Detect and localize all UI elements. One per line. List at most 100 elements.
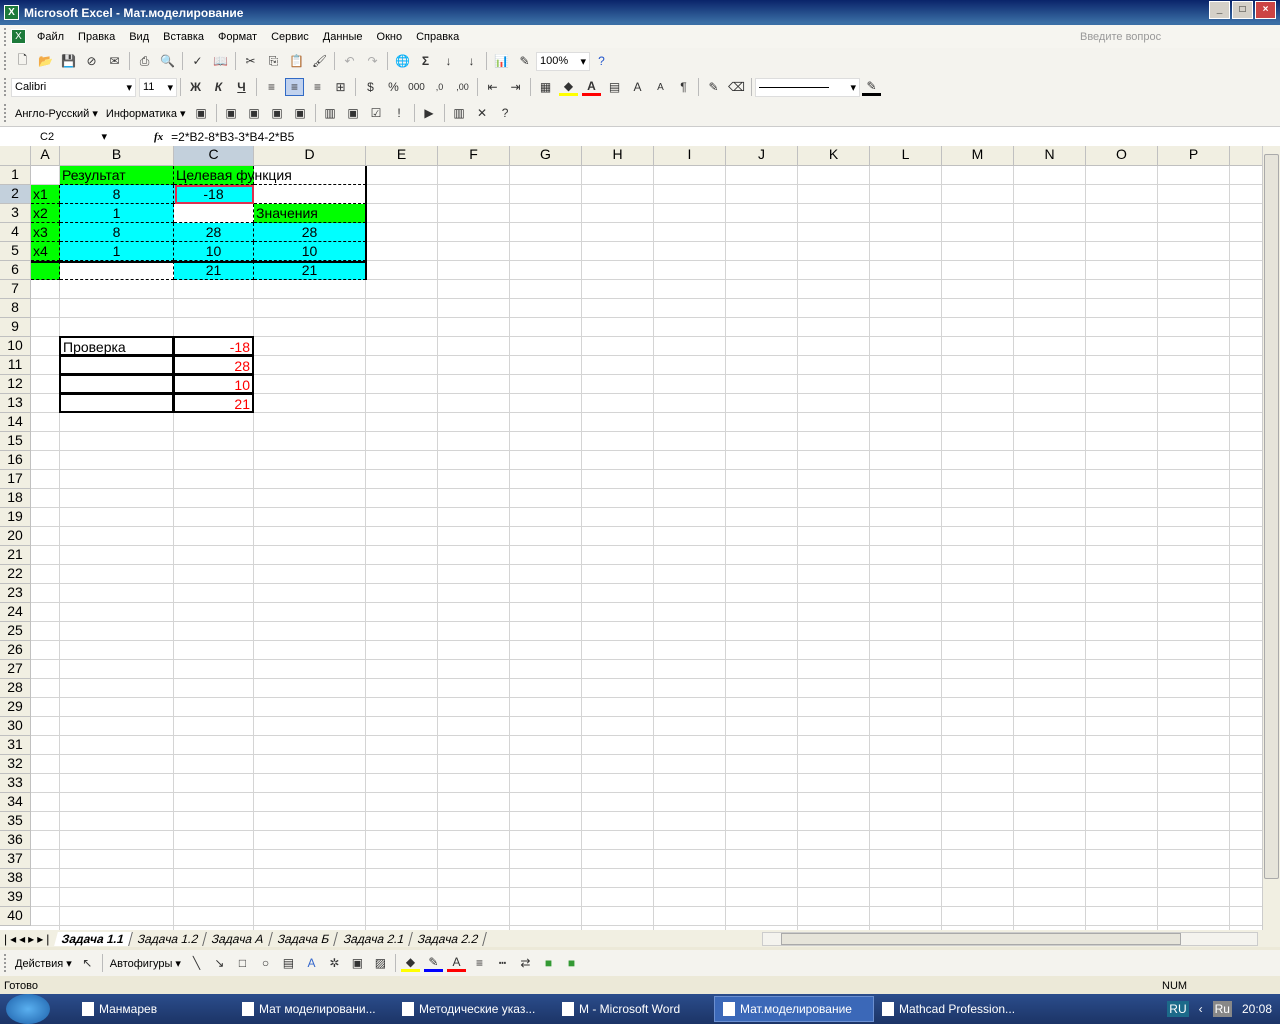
increase-indent-icon[interactable]: ⇥ (506, 78, 525, 96)
open-icon[interactable]: 📂 (36, 52, 55, 70)
scroll-thumb[interactable] (781, 933, 1181, 945)
cell-B10[interactable]: Проверка (59, 336, 174, 356)
informatics-menu[interactable]: Информатика ▾ (102, 107, 190, 120)
spreadsheet-grid[interactable]: A B C D E F G H I J K L M N O P 1 2 3 4 5 6 7 8 9 10 11 12 13 14 15 16 1… (0, 146, 1262, 930)
paste-icon[interactable]: 📋 (287, 52, 306, 70)
oval-icon[interactable]: ○ (256, 954, 275, 972)
macro-icon[interactable]: ▣ (222, 104, 241, 122)
eraser-icon[interactable]: ⌫ (727, 78, 746, 96)
row-header-40[interactable]: 40 (0, 907, 31, 926)
align-right-icon[interactable]: ≡ (308, 78, 327, 96)
align-center-icon[interactable]: ≡ (285, 78, 304, 96)
font-color-icon[interactable]: A (582, 78, 601, 96)
row-header-4[interactable]: 4 (0, 223, 31, 242)
cell-B4[interactable]: 8 (60, 223, 174, 242)
cell-C10[interactable]: -18 (173, 336, 254, 356)
line-style-select[interactable]: ▾ (755, 77, 860, 97)
column-header-P[interactable]: P (1158, 146, 1230, 166)
cell-C3[interactable] (174, 204, 254, 223)
cell-B13[interactable] (59, 393, 174, 413)
cell-C4[interactable]: 28 (174, 223, 254, 242)
row-header-36[interactable]: 36 (0, 831, 31, 850)
picture-icon[interactable]: ▨ (371, 954, 390, 972)
row-header-25[interactable]: 25 (0, 622, 31, 641)
column-header-L[interactable]: L (870, 146, 942, 166)
edit-icon[interactable]: ✎ (704, 78, 723, 96)
column-header-A[interactable]: A (31, 146, 60, 166)
row-header-27[interactable]: 27 (0, 660, 31, 679)
email-icon[interactable]: ✉ (105, 52, 124, 70)
textbox-icon[interactable]: ▤ (279, 954, 298, 972)
row-header-10[interactable]: 10 (0, 337, 31, 356)
column-header-H[interactable]: H (582, 146, 654, 166)
horizontal-scrollbar[interactable] (762, 932, 1258, 946)
menu-3[interactable]: Вставка (156, 31, 211, 43)
row-header-13[interactable]: 13 (0, 394, 31, 413)
sort-ascending-icon[interactable]: ↓ (439, 52, 458, 70)
autosum-icon[interactable]: Σ (416, 52, 435, 70)
merge-center-icon[interactable]: ⊞ (331, 78, 350, 96)
print-preview-icon[interactable]: 🔍 (158, 52, 177, 70)
cell-D6[interactable]: 21 (254, 261, 366, 280)
chevron-left-icon[interactable]: ‹ (1199, 1002, 1203, 1016)
row-header-31[interactable]: 31 (0, 736, 31, 755)
font-select[interactable]: Calibri ▾ (11, 77, 136, 97)
excel-doc-icon[interactable]: X (11, 29, 26, 44)
minimize-button[interactable]: _ (1209, 1, 1230, 19)
chart-wizard-icon[interactable]: 📊 (492, 52, 511, 70)
align-left-icon[interactable]: ≡ (262, 78, 281, 96)
name-box[interactable]: C2 ▾ (0, 127, 110, 146)
borders-icon[interactable]: ▦ (536, 78, 555, 96)
macro-icon[interactable]: ▣ (291, 104, 310, 122)
underline-button[interactable]: Ч (232, 78, 251, 96)
anglo-russian-menu[interactable]: Англо-Русский ▾ (11, 107, 102, 120)
scroll-thumb[interactable] (1264, 154, 1279, 879)
formula-input[interactable]: =2*B2-8*B3-3*B4-2*B5 (171, 130, 294, 144)
arrow-style-icon[interactable]: ⇄ (516, 954, 535, 972)
row-header-5[interactable]: 5 (0, 242, 31, 261)
rectangle-icon[interactable]: □ (233, 954, 252, 972)
row-header-11[interactable]: 11 (0, 356, 31, 375)
cut-icon[interactable]: ✂ (241, 52, 260, 70)
row-header-37[interactable]: 37 (0, 850, 31, 869)
clipart-icon[interactable]: ▣ (348, 954, 367, 972)
cell-C5[interactable]: 10 (174, 242, 254, 261)
menu-1[interactable]: Правка (71, 31, 122, 43)
row-header-23[interactable]: 23 (0, 584, 31, 603)
books-icon[interactable]: ▥ (450, 104, 469, 122)
vertical-scrollbar[interactable] (1262, 146, 1280, 930)
sort-descending-icon[interactable]: ↓ (462, 52, 481, 70)
shrink-font-icon[interactable]: A (651, 78, 670, 96)
column-header-N[interactable]: N (1014, 146, 1086, 166)
decrease-indent-icon[interactable]: ⇤ (483, 78, 502, 96)
row-header-28[interactable]: 28 (0, 679, 31, 698)
cell-D5[interactable]: 10 (254, 242, 366, 261)
arrow-icon[interactable]: ↘ (210, 954, 229, 972)
font-color-icon[interactable]: A (446, 954, 466, 972)
styles-icon[interactable]: ▤ (605, 78, 624, 96)
row-header-29[interactable]: 29 (0, 698, 31, 717)
column-header-C[interactable]: C (174, 146, 254, 166)
list-icon[interactable]: ! (390, 104, 409, 122)
macro-icon[interactable]: ▣ (268, 104, 287, 122)
cell-D2[interactable] (254, 185, 366, 204)
cell-D3[interactable]: Значения (254, 204, 366, 223)
drawing-icon[interactable]: ✎ (515, 52, 534, 70)
row-header-32[interactable]: 32 (0, 755, 31, 774)
check-icon[interactable]: ☑ (367, 104, 386, 122)
row-header-34[interactable]: 34 (0, 793, 31, 812)
macro-icon[interactable]: ▣ (192, 104, 211, 122)
save-icon[interactable]: 💾 (59, 52, 78, 70)
fill-color-icon[interactable]: ◆ (559, 78, 578, 96)
text-direction-icon[interactable]: ¶ (674, 78, 693, 96)
search-icon[interactable]: ▣ (344, 104, 363, 122)
bold-button[interactable]: Ж (186, 78, 205, 96)
sheet-tab[interactable]: Задача 1.1 (54, 931, 134, 946)
fx-icon[interactable]: fx (154, 131, 163, 143)
start-button[interactable] (6, 994, 50, 1024)
shadow-icon[interactable]: ■ (539, 954, 558, 972)
cell-C12[interactable]: 10 (173, 374, 254, 394)
taskbar-item[interactable]: Манмарев (74, 996, 234, 1022)
cell-B12[interactable] (59, 374, 174, 394)
cell-B11[interactable] (59, 355, 174, 375)
